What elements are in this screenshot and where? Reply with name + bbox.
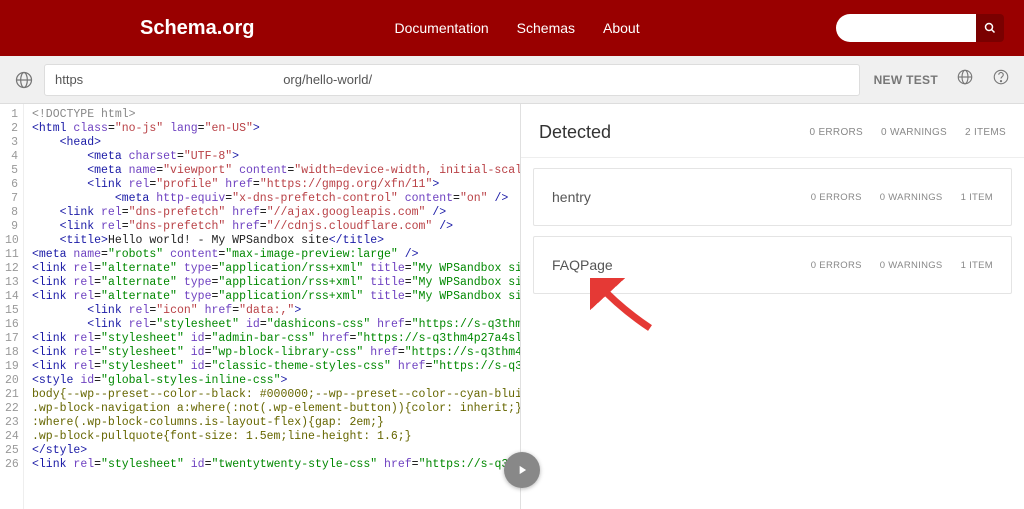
row-errors: 0 ERRORS — [811, 260, 862, 271]
summary-items: 2 ITEMS — [965, 127, 1006, 138]
summary-warnings: 0 WARNINGS — [881, 127, 947, 138]
result-name: hentry — [552, 189, 811, 205]
source-panel: 1234567891011121314151617181920212223242… — [0, 104, 520, 509]
search-wrap — [836, 14, 1004, 42]
source-code[interactable]: <!DOCTYPE html><html class="no-js" lang=… — [24, 104, 520, 509]
url-path: org/hello-world/ — [283, 72, 372, 87]
results-summary: 0 ERRORS 0 WARNINGS 2 ITEMS — [810, 127, 1007, 138]
summary-errors: 0 ERRORS — [810, 127, 864, 138]
play-button[interactable] — [504, 452, 540, 488]
result-name: FAQPage — [552, 257, 811, 273]
results-header: Detected 0 ERRORS 0 WARNINGS 2 ITEMS — [521, 104, 1024, 158]
search-input[interactable] — [836, 14, 976, 42]
row-items: 1 ITEM — [961, 260, 993, 271]
row-errors: 0 ERRORS — [811, 192, 862, 203]
url-bar: https org/hello-world/ NEW TEST — [0, 56, 1024, 104]
results-panel: Detected 0 ERRORS 0 WARNINGS 2 ITEMS hen… — [520, 104, 1024, 509]
play-icon — [515, 463, 529, 477]
globe-icon — [14, 70, 34, 90]
result-stats: 0 ERRORS 0 WARNINGS 1 ITEM — [811, 260, 993, 271]
nav-documentation[interactable]: Documentation — [394, 20, 488, 36]
row-items: 1 ITEM — [961, 192, 993, 203]
results-title: Detected — [539, 122, 810, 143]
logo[interactable]: Schema.org — [140, 17, 254, 40]
nav-about[interactable]: About — [603, 20, 640, 36]
line-gutter: 1234567891011121314151617181920212223242… — [0, 104, 24, 509]
url-scheme: https — [55, 72, 83, 87]
search-button[interactable] — [976, 14, 1004, 42]
help-button[interactable] — [992, 68, 1010, 91]
nav-links: Documentation Schemas About — [394, 20, 639, 36]
result-stats: 0 ERRORS 0 WARNINGS 1 ITEM — [811, 192, 993, 203]
row-warnings: 0 WARNINGS — [880, 192, 943, 203]
new-test-button[interactable]: NEW TEST — [874, 73, 938, 87]
top-header: Schema.org Documentation Schemas About — [0, 0, 1024, 56]
globe-outline-icon — [956, 68, 974, 86]
search-icon — [984, 22, 996, 34]
help-icon — [992, 68, 1010, 86]
nav-schemas[interactable]: Schemas — [517, 20, 575, 36]
url-bar-actions: NEW TEST — [874, 68, 1010, 91]
url-input[interactable]: https org/hello-world/ — [44, 64, 860, 96]
row-warnings: 0 WARNINGS — [880, 260, 943, 271]
result-row-faqpage[interactable]: FAQPage 0 ERRORS 0 WARNINGS 1 ITEM — [533, 236, 1012, 294]
lang-button[interactable] — [956, 68, 974, 91]
result-row-hentry[interactable]: hentry 0 ERRORS 0 WARNINGS 1 ITEM — [533, 168, 1012, 226]
